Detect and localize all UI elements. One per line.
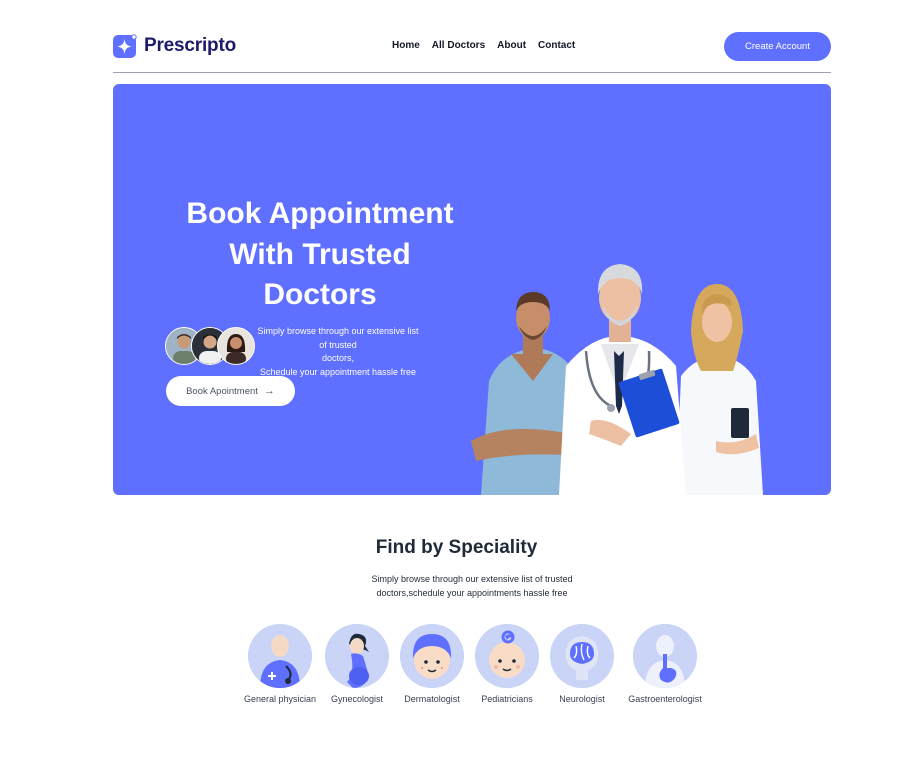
dermatologist-icon [400,624,464,688]
speciality-title: Find by Speciality [375,537,538,558]
logo[interactable]: Prescripto [113,34,236,58]
hero-title-line3: Doctors [263,278,377,311]
hero-title-line2: With Trusted [229,237,411,271]
brand-name: Prescripto [144,35,236,56]
speciality-sub-line2: doctors,schedule your appointments hassl… [376,587,568,598]
general-physician-icon [248,624,312,688]
speciality-sub-line1: Simply browse through our extensive list… [371,574,573,584]
avatar-group [165,327,255,365]
book-appointment-button[interactable]: Book Apointment → [166,376,295,406]
speciality-label: Gastroenterologist [628,694,702,704]
nav-home[interactable]: Home [392,40,420,51]
hero-banner: Book Appointment With Trusted Doctors Si… [113,84,831,495]
nav-links: Home All Doctors About Contact [392,40,575,51]
hero-title-line1: Book Appointment [186,197,454,230]
gastroenterologist-icon [633,624,697,688]
arrow-right-icon: → [263,385,275,397]
nav-contact[interactable]: Contact [538,40,575,51]
senior-doctor-figure [559,264,686,495]
sparkle-star-icon [113,34,137,58]
speciality-label: Neurologist [559,694,605,704]
hero-sub-line3: Schedule your appointment hassle free [259,366,417,377]
nav-all-doctors[interactable]: All Doctors [432,40,485,51]
hero-sub-line1: Simply browse through our extensive list… [257,326,419,350]
book-button-label: Book Apointment [186,385,258,397]
speciality-item-neurologist[interactable]: Neurologist [537,624,627,704]
female-doctor-figure [676,284,763,495]
create-account-button[interactable]: Create Account [724,32,831,61]
speciality-item-gastroenterologist[interactable]: Gastroenterologist [620,624,710,704]
hero-sub-line2: doctors, [321,353,354,363]
avatar [217,327,255,365]
navbar: Prescripto Home All Doctors About Contac… [113,30,831,73]
speciality-subtitle: Simply browse through our extensive list… [356,573,588,600]
gynecologist-icon [325,624,389,688]
doctors-group-image [471,264,763,495]
nav-about[interactable]: About [497,40,526,51]
hero-subtitle: Simply browse through our extensive list… [253,325,423,379]
neurologist-icon [550,624,614,688]
hero-title: Book Appointment With Trusted Doctors [166,194,474,316]
pediatrician-icon [475,624,539,688]
